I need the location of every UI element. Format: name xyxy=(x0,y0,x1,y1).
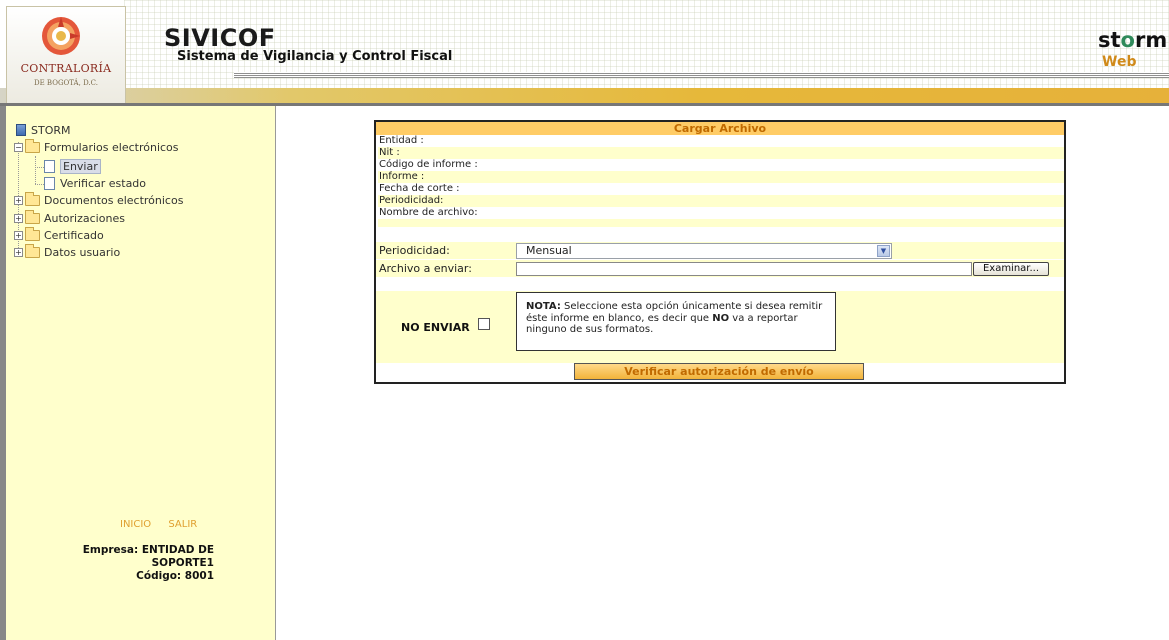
contraloria-logo: CONTRALORÍA DE BOGOTÁ, D.C. xyxy=(6,6,126,103)
folder-icon xyxy=(25,209,40,224)
storm-brand-logo: storm xyxy=(1098,28,1167,52)
expand-toggle-icon[interactable]: + xyxy=(14,213,23,223)
app-subtitle: Sistema de Vigilancia y Control Fiscal xyxy=(177,49,453,64)
examinar-button[interactable]: Examinar... xyxy=(973,262,1049,276)
document-icon xyxy=(44,159,55,173)
periodicidad-value: Mensual xyxy=(526,244,572,257)
tree-root-label: STORM xyxy=(31,123,71,137)
contraloria-emblem-icon xyxy=(42,17,80,55)
info-periodicidad: Periodicidad: xyxy=(378,195,1064,207)
tree-item-label: Enviar xyxy=(60,158,101,174)
no-enviar-checkbox[interactable] xyxy=(478,318,490,330)
brand-suffix: rm xyxy=(1134,28,1168,52)
tree-item-label: Certificado xyxy=(44,228,104,242)
verificar-autorizacion-button[interactable]: Verificar autorización de envío xyxy=(574,363,864,380)
tree-item-verificar-estado[interactable]: Verificar estado xyxy=(44,175,146,191)
periodicidad-row: Periodicidad: Mensual ▼ xyxy=(376,242,1064,259)
tree-item-label: Verificar estado xyxy=(60,176,147,190)
expand-toggle-icon[interactable]: + xyxy=(14,247,23,257)
company-line: Empresa: ENTIDAD DE xyxy=(82,544,214,556)
folder-icon xyxy=(25,243,40,258)
tree-item-autorizaciones[interactable]: + Autorizaciones xyxy=(14,209,125,226)
sidebar: STORM − Formularios electrónicos Enviar … xyxy=(0,106,276,640)
periodicidad-label: Periodicidad: xyxy=(379,244,450,257)
app-header: CONTRALORÍA DE BOGOTÁ, D.C. SIVICOF Sist… xyxy=(0,0,1169,106)
logo-name: CONTRALORÍA xyxy=(20,62,112,75)
folder-icon xyxy=(25,226,40,241)
nav-links: INICIO SALIR xyxy=(120,519,211,530)
tree-item-label: Documentos electrónicos xyxy=(44,193,184,207)
panel-title: Cargar Archivo xyxy=(376,122,1064,135)
expand-toggle-icon[interactable]: + xyxy=(14,195,23,205)
app-title: SIVICOF xyxy=(164,24,276,52)
collapse-toggle-icon[interactable]: − xyxy=(14,142,23,152)
periodicidad-select[interactable]: Mensual ▼ xyxy=(516,243,892,259)
logo-subtitle: DE BOGOTÁ, D.C. xyxy=(33,79,98,87)
info-codigo-informe: Código de informe : xyxy=(379,159,478,170)
info-nit: Nit : xyxy=(378,147,1064,159)
tree-item-datos-usuario[interactable]: + Datos usuario xyxy=(14,243,121,260)
brand-o: o xyxy=(1120,28,1135,52)
folder-icon xyxy=(25,191,40,206)
expand-toggle-icon[interactable]: + xyxy=(14,230,23,240)
tree-item-certificado[interactable]: + Certificado xyxy=(14,226,104,243)
no-enviar-section: NO ENVIAR NOTA: Seleccione esta opción ú… xyxy=(376,291,1064,363)
salir-link[interactable]: SALIR xyxy=(168,519,197,530)
no-enviar-label: NO ENVIAR xyxy=(401,321,470,334)
company-line: SOPORTE1 xyxy=(151,557,214,569)
info-spacer xyxy=(378,219,1064,227)
chevron-down-icon[interactable]: ▼ xyxy=(877,245,890,257)
brand-prefix: st xyxy=(1098,28,1121,52)
info-fecha-corte: Fecha de corte : xyxy=(379,183,460,194)
archivo-file-input[interactable] xyxy=(516,262,972,276)
inicio-link[interactable]: INICIO xyxy=(120,519,151,530)
tree-connector xyxy=(35,156,36,184)
archivo-row: Archivo a enviar: Examinar... xyxy=(376,260,1064,277)
tree-item-label: Datos usuario xyxy=(44,245,121,259)
tree-connector xyxy=(35,167,44,168)
company-info: Empresa: ENTIDAD DE SOPORTE1 Código: 800… xyxy=(26,544,214,583)
header-divider xyxy=(234,72,1169,78)
document-icon xyxy=(44,176,55,190)
info-entidad: Entidad : xyxy=(379,135,424,146)
brand-web-label: Web xyxy=(1102,54,1137,70)
nota-no: NO xyxy=(712,312,730,324)
info-nombre-archivo: Nombre de archivo: xyxy=(379,207,478,218)
cargar-archivo-panel: Cargar Archivo Entidad : Nit : Código de… xyxy=(374,120,1066,384)
tree-item-label: Formularios electrónicos xyxy=(44,140,179,154)
header-gold-band xyxy=(0,88,1169,103)
tree-connector xyxy=(35,184,44,185)
nota-bold: NOTA: xyxy=(526,301,561,312)
open-folder-icon xyxy=(25,138,40,153)
tree-item-enviar[interactable]: Enviar xyxy=(44,158,101,174)
tree-item-formularios[interactable]: − Formularios electrónicos xyxy=(14,138,179,155)
tree-item-documentos[interactable]: + Documentos electrónicos xyxy=(14,191,184,208)
tree-item-label: Autorizaciones xyxy=(44,211,125,225)
nota-box: NOTA: Seleccione esta opción únicamente … xyxy=(516,292,836,351)
company-code: Código: 8001 xyxy=(136,570,214,582)
archivo-label: Archivo a enviar: xyxy=(379,262,472,275)
tree-root-storm[interactable]: STORM xyxy=(16,122,71,138)
info-informe: Informe : xyxy=(378,171,1064,183)
server-icon xyxy=(16,124,26,136)
